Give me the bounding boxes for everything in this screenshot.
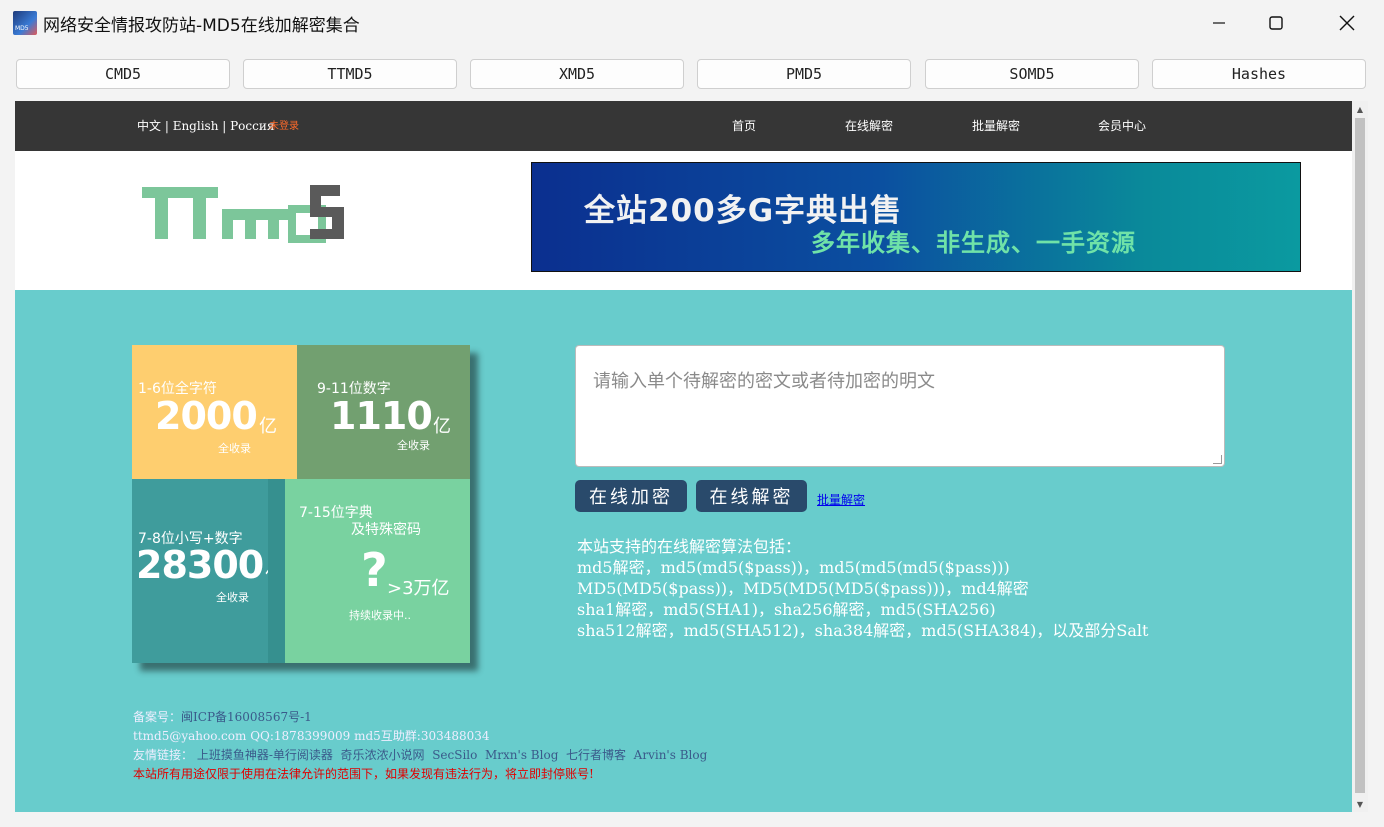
ad-banner[interactable]: 全站200多G字典出售 多年收集、非生成、一手资源: [531, 162, 1301, 272]
stat-note: 全收录: [218, 442, 251, 455]
scroll-down-arrow-icon[interactable]: ▼: [1352, 796, 1368, 812]
web-viewport: 中文 | English | Россия 未登录 首页 在线解密 批量解密 会…: [15, 101, 1352, 812]
lang-english-link[interactable]: English: [173, 119, 219, 133]
scroll-up-arrow-icon[interactable]: ▲: [1352, 101, 1368, 117]
algorithms-line: sha1解密，md5(SHA1)，sha256解密，md5(SHA256): [577, 600, 996, 619]
somd5-button[interactable]: SOMD5: [925, 59, 1139, 89]
hash-input-placeholder: 请输入单个待解密的密文或者待加密的明文: [593, 371, 935, 392]
maximize-button[interactable]: [1241, 0, 1311, 46]
legal-warning: 本站所有用途仅限于使用在法律允许的范围下，如果发现有违法行为，将立即封停账号!: [133, 767, 594, 781]
stat-tile-1-6-chars: 1-6位全字符 2000 亿 全收录: [132, 345, 297, 479]
app-icon: MD5: [13, 11, 37, 35]
hash-input[interactable]: 请输入单个待解密的密文或者待加密的明文: [575, 345, 1225, 467]
friend-link[interactable]: Mrxn's Blog: [485, 748, 558, 762]
friend-link[interactable]: 奇乐浓浓小说网: [341, 748, 425, 762]
window-title: 网络安全情报攻防站-MD5在线加解密集合: [43, 16, 360, 36]
cmd5-button[interactable]: CMD5: [16, 59, 230, 89]
stat-value: >3万亿: [387, 578, 450, 599]
algorithms-line: sha512解密，md5(SHA512)，sha384解密，md5(SHA384…: [577, 621, 1149, 640]
nav-batch-decrypt[interactable]: 批量解密: [972, 117, 1020, 134]
pmd5-button[interactable]: PMD5: [697, 59, 911, 89]
contact-info: ttmd5@yahoo.com QQ:1878399009 md5互助群:303…: [133, 729, 490, 743]
stat-tile-7-8-lower-digits: 7-8位小写+数字 28300 亿 全收录: [132, 479, 285, 663]
friend-link[interactable]: SecSilo: [432, 748, 477, 762]
main-section: 1-6位全字符 2000 亿 全收录 9-11位数字 1110 亿 全收录 7-…: [15, 290, 1352, 812]
vertical-scrollbar[interactable]: ▲ ▼: [1352, 101, 1368, 812]
nav-online-decrypt[interactable]: 在线解密: [845, 117, 893, 134]
nav-home[interactable]: 首页: [732, 117, 756, 134]
site-tabs-toolbar: CMD5 TTMD5 XMD5 PMD5 SOMD5 Hashes: [0, 46, 1384, 102]
close-button[interactable]: [1312, 0, 1382, 46]
close-icon: [1339, 15, 1355, 31]
friend-link[interactable]: 七行者博客: [566, 748, 626, 762]
login-status-link[interactable]: 未登录: [269, 117, 299, 132]
ttmd5-logo-graphic: [142, 185, 344, 243]
stat-note: 全收录: [397, 439, 430, 452]
friend-link[interactable]: 上班摸鱼神器-单行阅读器: [197, 748, 333, 762]
stat-tile-9-11-digits: 9-11位数字 1110 亿 全收录: [297, 345, 470, 479]
question-mark-icon: ?: [361, 543, 388, 597]
hashes-button[interactable]: Hashes: [1152, 59, 1366, 89]
icp-label: 备案号：: [133, 710, 182, 724]
stat-unit: 亿: [259, 416, 277, 437]
decrypt-button[interactable]: 在线解密: [696, 480, 807, 512]
batch-decrypt-link[interactable]: 批量解密: [817, 491, 865, 508]
stat-value: 28300: [136, 543, 264, 587]
stat-note: 全收录: [216, 591, 249, 604]
stat-label-2: 及特殊密码: [351, 522, 421, 538]
friend-link[interactable]: Arvin's Blog: [634, 748, 708, 762]
icp-link[interactable]: 闽ICP备16008567号-1: [181, 710, 312, 724]
title-bar: MD5 网络安全情报攻防站-MD5在线加解密集合: [0, 0, 1384, 46]
site-footer: 备案号：闽ICP备16008567号-1 ttmd5@yahoo.com QQ:…: [133, 708, 707, 784]
supported-algorithms: 本站支持的在线解密算法包括： md5解密，md5(md5($pass))，md5…: [577, 536, 1148, 641]
stat-value: 1110: [330, 394, 433, 438]
language-switcher: 中文 | English | Россия: [137, 119, 275, 133]
stat-note: 持续收录中..: [349, 609, 411, 622]
banner-subline: 多年收集、非生成、一手资源: [811, 229, 1136, 257]
resize-handle-icon[interactable]: [1213, 455, 1222, 464]
site-logo[interactable]: [142, 185, 347, 247]
encrypt-button[interactable]: 在线加密: [575, 480, 687, 512]
site-navbar: 中文 | English | Россия 未登录 首页 在线解密 批量解密 会…: [15, 101, 1352, 151]
dictionary-stats-panel: 1-6位全字符 2000 亿 全收录 9-11位数字 1110 亿 全收录 7-…: [132, 345, 470, 663]
lang-chinese-link[interactable]: 中文: [137, 119, 161, 133]
ttmd5-button[interactable]: TTMD5: [243, 59, 457, 89]
stat-tile-divider: [268, 479, 285, 663]
stat-tile-7-15-dict: 7-15位字典 及特殊密码 ? >3万亿 持续收录中..: [285, 479, 470, 663]
xmd5-button[interactable]: XMD5: [470, 59, 684, 89]
scroll-thumb[interactable]: [1355, 118, 1365, 793]
friend-links-label: 友情链接：: [133, 748, 194, 762]
algorithms-heading: 本站支持的在线解密算法包括：: [577, 537, 802, 556]
lang-russian-link[interactable]: Россия: [230, 119, 274, 133]
maximize-icon: [1269, 16, 1283, 30]
stat-value: 2000: [155, 394, 258, 438]
algorithms-line: md5解密，md5(md5($pass))，md5(md5(md5($pass)…: [577, 558, 1010, 577]
minimize-icon: [1213, 22, 1225, 24]
algorithms-line: MD5(MD5($pass))，MD5(MD5(MD5($pass)))，md4…: [577, 579, 1029, 598]
stat-unit: 亿: [433, 416, 451, 437]
nav-member-center[interactable]: 会员中心: [1098, 117, 1146, 134]
